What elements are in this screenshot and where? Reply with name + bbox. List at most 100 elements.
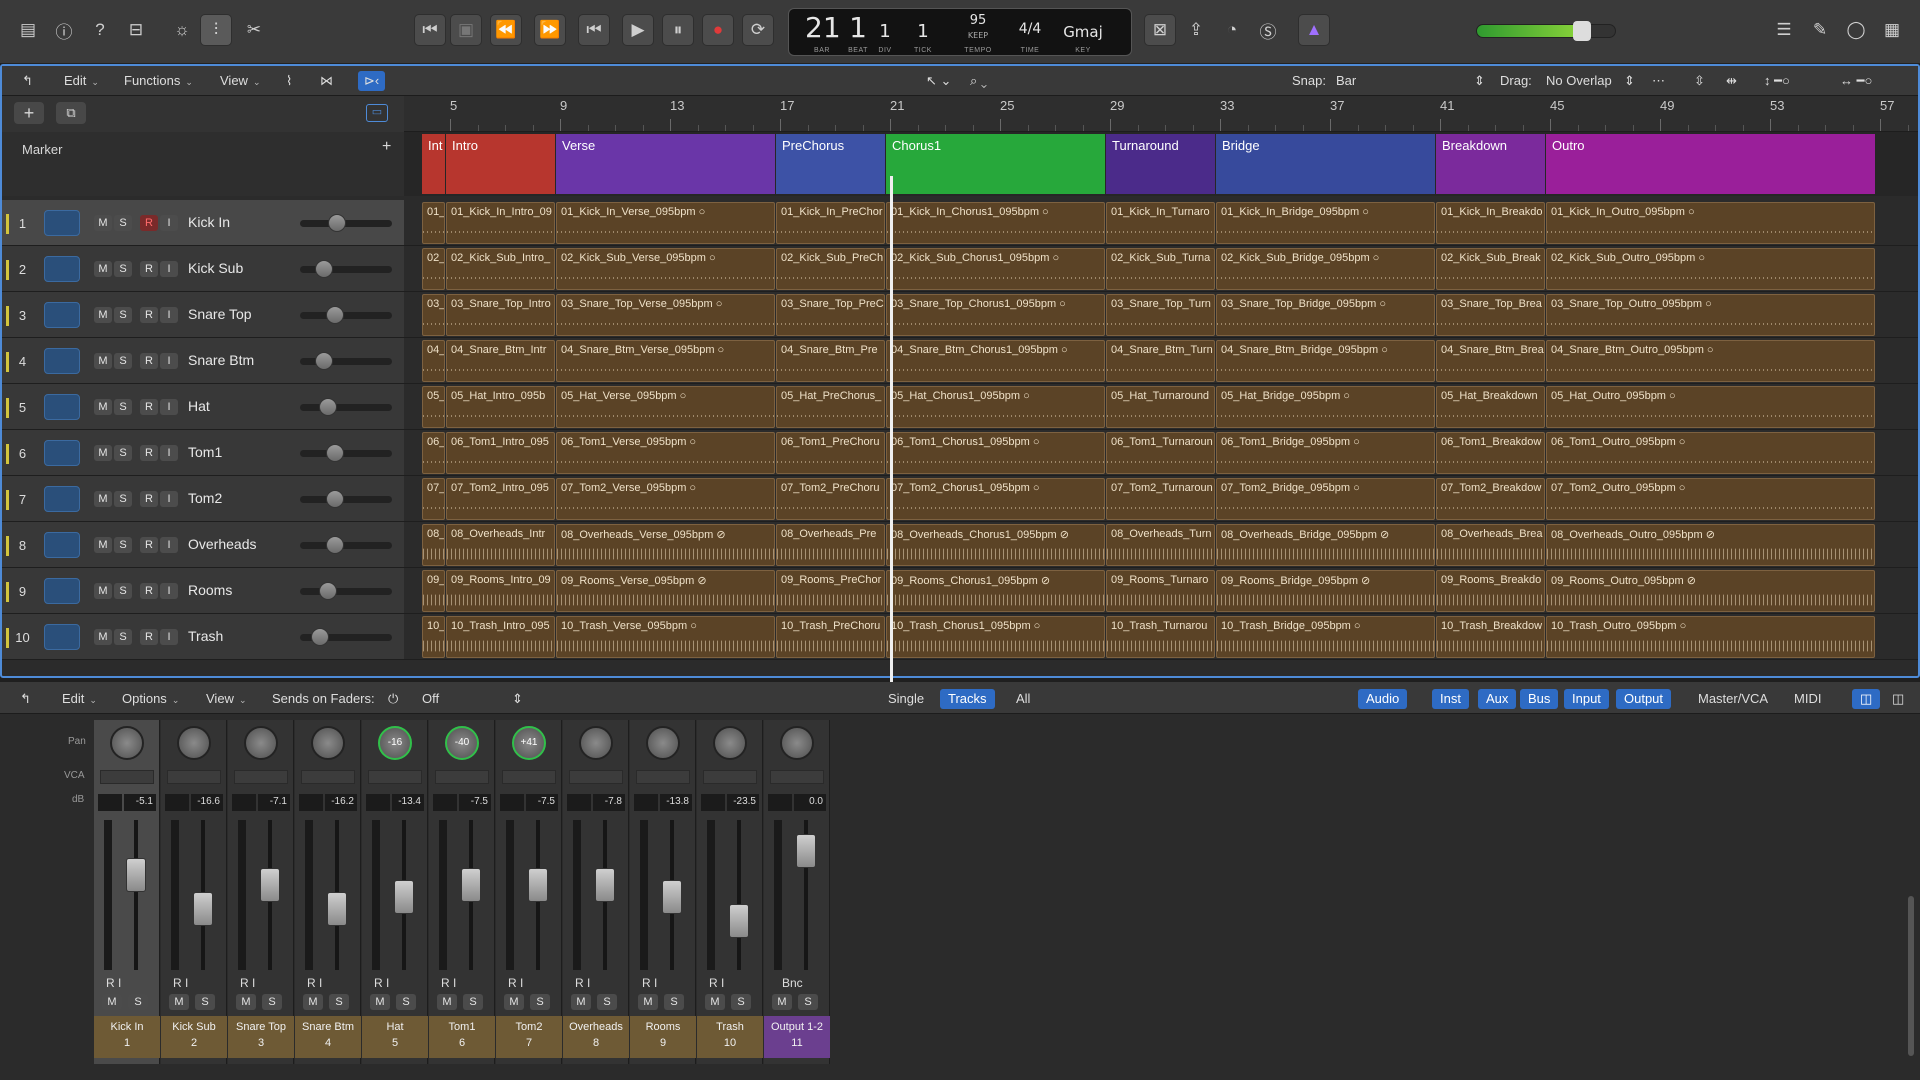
master-vca-filter-button[interactable]: Master/VCA	[1690, 689, 1776, 709]
audio-region[interactable]: 06_Tom1_Bridge_095bpm ○	[1216, 432, 1435, 474]
audio-region[interactable]: 07_Tom2_Chorus1_095bpm ○	[886, 478, 1105, 520]
audio-region[interactable]: 04_Snare_Btm_Outro_095bpm ○	[1546, 340, 1875, 382]
drag-select[interactable]: No Overlap ⇕	[1546, 73, 1636, 88]
input-monitor-button[interactable]: I	[160, 353, 178, 369]
audio-region[interactable]: 05_Hat_Chorus1_095bpm ○	[886, 386, 1105, 428]
go-to-beginning-icon[interactable]: ⏮	[414, 14, 446, 46]
duplicate-track-icon[interactable]: ⧉	[56, 102, 86, 124]
mute-button[interactable]: M	[437, 994, 457, 1010]
track-header[interactable]: 1 M S R I Kick In	[2, 200, 404, 246]
mixer-vertical-scrollbar[interactable]	[1908, 896, 1914, 1056]
audio-region[interactable]: 02_	[422, 248, 445, 290]
volume-knob[interactable]	[325, 536, 344, 554]
automation-icon[interactable]: ⌇	[286, 73, 292, 89]
audio-region[interactable]: 10_Trash_Breakdow	[1436, 616, 1545, 658]
record-enable-button[interactable]: R	[140, 307, 158, 323]
mute-button[interactable]: M	[94, 445, 112, 461]
pan-knob[interactable]	[713, 726, 747, 760]
audio-region[interactable]: 10_Trash_PreChoru	[776, 616, 885, 658]
channel-name[interactable]: Kick In 1	[94, 1016, 160, 1058]
solo-button[interactable]: S	[731, 994, 751, 1010]
input-monitor-button[interactable]: I	[160, 399, 178, 415]
track-header[interactable]: 9 M S R I Rooms	[2, 568, 404, 614]
inspector-icon[interactable]: ⓘ	[48, 14, 80, 46]
record-enable-button[interactable]: R	[140, 491, 158, 507]
aux-filter-button[interactable]: Aux	[1478, 689, 1517, 709]
track-lane[interactable]: 03_ 03_Snare_Top_Intro 03_Snare_Top_Verse_…	[404, 292, 1918, 338]
cycle-icon[interactable]: ⟳	[742, 14, 774, 46]
input-monitor-button[interactable]: I	[160, 261, 178, 277]
audio-region[interactable]: 08_Overheads_Brea	[1436, 524, 1545, 566]
audio-region[interactable]: 07_Tom2_Turnaroun	[1106, 478, 1215, 520]
marker-prechorus[interactable]: PreChorus	[776, 134, 885, 194]
back-icon[interactable]: ↰	[20, 691, 31, 707]
tracks-button[interactable]: Tracks	[940, 689, 995, 709]
channel-name[interactable]: Snare Btm 4	[295, 1016, 361, 1058]
record-input-buttons[interactable]: R I	[508, 976, 523, 990]
audio-region[interactable]: 07_Tom2_Intro_095	[446, 478, 555, 520]
volume-fader[interactable]	[662, 880, 682, 914]
record-enable-button[interactable]: R	[140, 353, 158, 369]
single-button[interactable]: Single	[880, 689, 932, 709]
play-icon[interactable]: ▶	[622, 14, 654, 46]
record-input-buttons[interactable]: R I	[173, 976, 188, 990]
record-input-buttons[interactable]: R I	[709, 976, 724, 990]
volume-knob[interactable]	[318, 582, 337, 600]
solo-button[interactable]: S	[530, 994, 550, 1010]
global-tracks-icon[interactable]: ▭	[366, 104, 388, 122]
audio-region[interactable]: 10_	[422, 616, 445, 658]
vca-slot[interactable]	[435, 770, 489, 784]
solo-button[interactable]: S	[329, 994, 349, 1010]
audio-region[interactable]: 01_Kick_In_Chorus1_095bpm ○	[886, 202, 1105, 244]
output-filter-button[interactable]: Output	[1616, 689, 1672, 709]
rewind-icon[interactable]: ⏪	[490, 14, 522, 46]
master-volume-slider[interactable]	[1476, 21, 1616, 41]
track-volume-slider[interactable]	[300, 260, 392, 278]
audio-region[interactable]: 05_Hat_Breakdown	[1436, 386, 1545, 428]
volume-fader[interactable]	[528, 868, 548, 902]
mute-button[interactable]: M	[94, 399, 112, 415]
master-volume-handle[interactable]	[1573, 21, 1591, 41]
marker-outro[interactable]: Outro	[1546, 134, 1875, 194]
pointer-tool-icon[interactable]: ↖ ⌄	[926, 73, 951, 89]
inst-filter-button[interactable]: Inst	[1432, 689, 1469, 709]
volume-knob[interactable]	[314, 260, 333, 278]
solo-button[interactable]: S	[114, 215, 132, 231]
track-header[interactable]: 2 M S R I Kick Sub	[2, 246, 404, 292]
back-icon[interactable]: ↰	[22, 73, 33, 89]
track-header[interactable]: 8 M S R I Overheads	[2, 522, 404, 568]
record-input-buttons[interactable]: R I	[240, 976, 255, 990]
audio-region[interactable]: 07_Tom2_Verse_095bpm ○	[556, 478, 775, 520]
marker-turnaround[interactable]: Turnaround	[1106, 134, 1215, 194]
audio-region[interactable]: 05_Hat_Intro_095b	[446, 386, 555, 428]
audio-region[interactable]: 06_Tom1_PreChoru	[776, 432, 885, 474]
vca-slot[interactable]	[703, 770, 757, 784]
solo-button[interactable]: S	[664, 994, 684, 1010]
solo-button[interactable]: S	[195, 994, 215, 1010]
horizontal-zoom-icon[interactable]: ↔ ━○	[1840, 73, 1872, 89]
snap-select[interactable]: Bar ⇕	[1336, 73, 1486, 88]
zoom-tool-icon[interactable]: ⌕ ⌄	[970, 73, 987, 89]
input-monitor-button[interactable]: I	[160, 491, 178, 507]
vca-slot[interactable]	[234, 770, 288, 784]
edit-menu[interactable]: Edit ⌄	[64, 73, 99, 88]
ruler[interactable]: 5 9 13 17 21 25 29 33 37 41 45 49 53 57	[404, 96, 1918, 132]
solo-button[interactable]: S	[114, 537, 132, 553]
audio-region[interactable]: 04_Snare_Btm_Verse_095bpm ○	[556, 340, 775, 382]
mute-button[interactable]: M	[94, 215, 112, 231]
mute-button[interactable]: M	[94, 307, 112, 323]
play-from-selection-icon[interactable]: ▣	[450, 14, 482, 46]
mute-button[interactable]: M	[94, 583, 112, 599]
audio-region[interactable]: 04_Snare_Btm_Intr	[446, 340, 555, 382]
audio-region[interactable]: 05_	[422, 386, 445, 428]
audio-region[interactable]: 03_Snare_Top_Turn	[1106, 294, 1215, 336]
record-input-buttons[interactable]: R I	[374, 976, 389, 990]
track-header[interactable]: 7 M S R I Tom2	[2, 476, 404, 522]
audio-region[interactable]: 06_	[422, 432, 445, 474]
track-volume-slider[interactable]	[300, 628, 392, 646]
track-header[interactable]: 4 M S R I Snare Btm	[2, 338, 404, 384]
audio-region[interactable]: 10_Trash_Chorus1_095bpm ○	[886, 616, 1105, 658]
vertical-zoom-icon[interactable]: ↕ ━○	[1764, 73, 1790, 89]
mute-button[interactable]: M	[303, 994, 323, 1010]
bounce-icon[interactable]: ⇪	[1180, 14, 1212, 46]
